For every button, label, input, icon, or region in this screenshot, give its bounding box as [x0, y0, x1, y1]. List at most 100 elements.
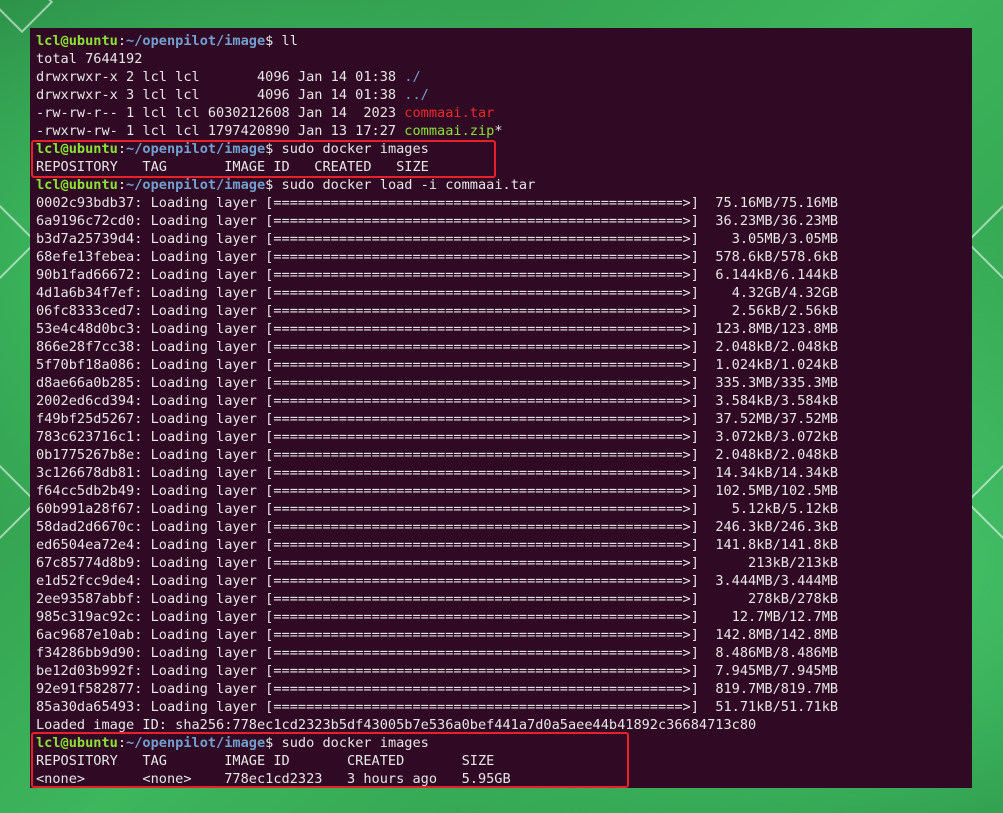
layer-progress: 8.486MB/8.486MB [715, 645, 839, 661]
layer-label: : Loading layer [134, 285, 266, 301]
ls-entry-meta: -rw-rw-r-- 1 lcl lcl 6030212608 Jan 14 2… [36, 105, 405, 121]
layer-line: 6a9196c72cd0: Loading layer [===========… [36, 212, 972, 230]
progress-gap [699, 195, 715, 211]
progress-bar: [=======================================… [265, 267, 699, 283]
layer-label: : Loading layer [134, 627, 266, 643]
layer-id: e1d52fcc9de4 [36, 573, 135, 589]
layer-progress: 7.945MB/7.945MB [715, 663, 839, 679]
progress-bar: [=======================================… [265, 609, 699, 625]
layer-id: 2ee93587abbf [36, 591, 135, 607]
progress-gap [699, 411, 715, 427]
images-header: REPOSITORY TAG IMAGE ID CREATED SIZE [36, 753, 495, 769]
progress-gap [699, 213, 715, 229]
layer-line: ed6504ea72e4: Loading layer [===========… [36, 536, 972, 554]
layer-label: : Loading layer [134, 537, 266, 553]
layer-id: be12d03b992f [36, 663, 135, 679]
layer-progress: 142.8MB/142.8MB [715, 627, 839, 643]
layer-progress: 246.3kB/246.3kB [715, 519, 839, 535]
prompt-symbol: $ [265, 141, 282, 157]
progress-bar: [=======================================… [265, 465, 699, 481]
layer-line: 90b1fad66672: Loading layer [===========… [36, 266, 972, 284]
layer-line: 68efe13febea: Loading layer [===========… [36, 248, 972, 266]
prompt-line: lcl@ubuntu:~/openpilot/image$ sudo docke… [36, 140, 972, 158]
layer-line: d8ae66a0b285: Loading layer [===========… [36, 374, 972, 392]
layer-line: 783c623716c1: Loading layer [===========… [36, 428, 972, 446]
layer-label: : Loading layer [134, 501, 266, 517]
progress-gap [699, 465, 715, 481]
command-text: sudo docker images [281, 141, 429, 157]
layer-id: 6a9196c72cd0 [36, 213, 135, 229]
progress-gap [699, 555, 748, 571]
ls-total: total 7644192 [36, 51, 143, 67]
layer-label: : Loading layer [134, 411, 266, 427]
progress-gap [699, 501, 732, 517]
progress-bar: [=======================================… [265, 339, 699, 355]
ls-entry-name: ../ [404, 87, 429, 103]
progress-gap [699, 267, 715, 283]
layer-id: 06fc8333ced7 [36, 303, 135, 319]
prompt-symbol: $ [265, 735, 282, 751]
layer-id: 2002ed6cd394 [36, 393, 135, 409]
layer-progress: 578.6kB/578.6kB [715, 249, 839, 265]
layer-label: : Loading layer [134, 339, 266, 355]
layer-label: : Loading layer [134, 195, 266, 211]
layer-id: 85a30da65493 [36, 699, 135, 715]
progress-bar: [=======================================… [265, 501, 699, 517]
progress-gap [699, 663, 715, 679]
layer-line: 0b1775267b8e: Loading layer [===========… [36, 446, 972, 464]
layer-progress: 5.12kB/5.12kB [731, 501, 839, 517]
prompt-separator: : [117, 735, 127, 751]
progress-bar: [=======================================… [265, 393, 699, 409]
prompt-user: lcl@ubuntu [36, 177, 118, 193]
progress-bar: [=======================================… [265, 483, 699, 499]
layer-progress: 4.32GB/4.32GB [731, 285, 839, 301]
command-text: sudo docker images [281, 735, 429, 751]
terminal-window[interactable]: lcl@ubuntu:~/openpilot/image$ ll total 7… [30, 28, 972, 788]
prompt-separator: : [117, 177, 127, 193]
command-text: sudo docker load -i commaai.tar [281, 177, 536, 193]
layer-line: b3d7a25739d4: Loading layer [===========… [36, 230, 972, 248]
layer-label: : Loading layer [134, 375, 266, 391]
loaded-image-line: Loaded image ID: sha256:778ec1cd2323b5df… [36, 717, 757, 733]
progress-bar: [=======================================… [265, 213, 699, 229]
progress-bar: [=======================================… [265, 681, 699, 697]
layer-label: : Loading layer [134, 267, 266, 283]
layer-line: 06fc8333ced7: Loading layer [===========… [36, 302, 972, 320]
layer-id: f34286bb9d90 [36, 645, 135, 661]
prompt-separator: : [117, 141, 127, 157]
progress-gap [699, 375, 715, 391]
layer-id: 985c319ac92c [36, 609, 135, 625]
progress-bar: [=======================================… [265, 645, 699, 661]
progress-gap [699, 591, 748, 607]
layer-progress: 2.56kB/2.56kB [731, 303, 839, 319]
layer-line: 985c319ac92c: Loading layer [===========… [36, 608, 972, 626]
progress-gap [699, 393, 715, 409]
layer-progress: 335.3MB/335.3MB [715, 375, 839, 391]
layer-progress: 6.144kB/6.144kB [715, 267, 839, 283]
command-text: ll [281, 33, 298, 49]
prompt-user: lcl@ubuntu [36, 735, 118, 751]
layer-progress: 3.05MB/3.05MB [731, 231, 839, 247]
layer-id: d8ae66a0b285 [36, 375, 135, 391]
layer-id: f49bf25d5267 [36, 411, 135, 427]
layer-label: : Loading layer [134, 645, 266, 661]
layer-label: : Loading layer [134, 699, 266, 715]
layer-line: 85a30da65493: Loading layer [===========… [36, 698, 972, 716]
progress-bar: [=======================================… [265, 321, 699, 337]
progress-gap [699, 231, 732, 247]
layer-id: 0b1775267b8e [36, 447, 135, 463]
layer-label: : Loading layer [134, 483, 266, 499]
layer-id: 3c126678db81 [36, 465, 135, 481]
layer-id: 67c85774d8b9 [36, 555, 135, 571]
progress-bar: [=======================================… [265, 429, 699, 445]
progress-gap [699, 645, 715, 661]
layer-line: 67c85774d8b9: Loading layer [===========… [36, 554, 972, 572]
layer-line: 2ee93587abbf: Loading layer [===========… [36, 590, 972, 608]
layer-progress: 37.52MB/37.52MB [715, 411, 839, 427]
layer-progress: 123.8MB/123.8MB [715, 321, 839, 337]
layer-id: 90b1fad66672 [36, 267, 135, 283]
layer-label: : Loading layer [134, 591, 266, 607]
progress-gap [699, 429, 715, 445]
layer-line: 5f70bf18a086: Loading layer [===========… [36, 356, 972, 374]
progress-bar: [=======================================… [265, 591, 699, 607]
